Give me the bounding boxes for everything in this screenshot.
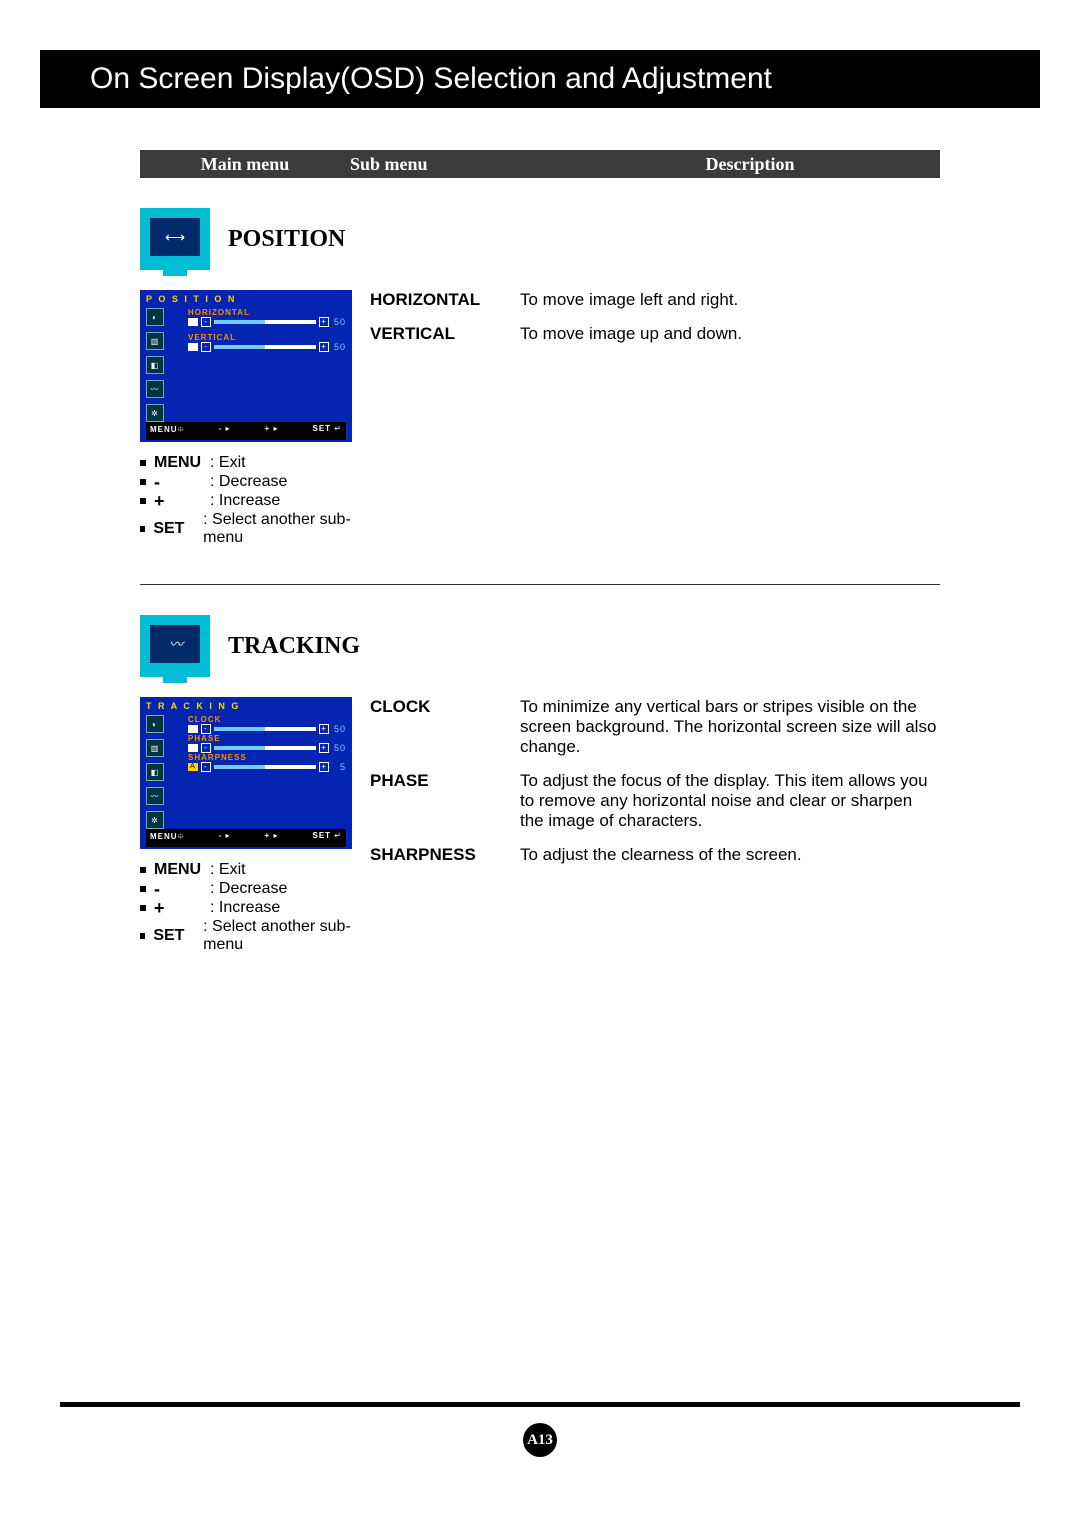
- description-table-position: HORIZONTAL To move image left and right.…: [370, 290, 940, 548]
- osd-side-icon: 〰: [146, 787, 164, 805]
- page-title: On Screen Display(OSD) Selection and Adj…: [90, 62, 772, 96]
- osd-side-icon: ◐: [146, 715, 164, 733]
- submenu-desc: To move image left and right.: [520, 290, 738, 310]
- description-table-tracking: CLOCK To minimize any vertical bars or s…: [370, 697, 940, 955]
- osd-side-icon: ◧: [146, 763, 164, 781]
- osd-side-icon: ◧: [146, 356, 164, 374]
- monitor-position-icon: ⟷: [140, 208, 210, 270]
- col-main: Main menu: [140, 154, 350, 175]
- submenu-desc: To minimize any vertical bars or stripes…: [520, 697, 940, 757]
- legend-position: MENU: Exit -: Decrease +: Increase SET: …: [140, 454, 370, 547]
- submenu-desc: To adjust the focus of the display. This…: [520, 771, 940, 831]
- separator: [140, 584, 940, 585]
- submenu-desc: To move image up and down.: [520, 324, 742, 344]
- monitor-tracking-icon: 〰: [140, 615, 210, 677]
- osd-side-icon: ◐: [146, 308, 164, 326]
- section-title: TRACKING: [228, 633, 360, 660]
- submenu-label: VERTICAL: [370, 324, 520, 344]
- col-sub: Sub menu: [350, 154, 560, 175]
- col-desc: Description: [560, 154, 940, 175]
- submenu-label: PHASE: [370, 771, 520, 831]
- osd-side-icon: 〰: [146, 380, 164, 398]
- page-header: On Screen Display(OSD) Selection and Adj…: [40, 50, 1040, 108]
- osd-screenshot-position: P O S I T I O N ◐ ▥ ◧ 〰 ✲ HORIZONTAL -+5…: [140, 290, 352, 442]
- osd-side-icon: ▥: [146, 332, 164, 350]
- osd-screenshot-tracking: T R A C K I N G ◐ ▥ ◧ 〰 ✲ CLOCK -+50 PHA…: [140, 697, 352, 849]
- submenu-label: HORIZONTAL: [370, 290, 520, 310]
- column-header-row: Main menu Sub menu Description: [140, 150, 940, 178]
- section-header-position: ⟷ POSITION: [140, 208, 940, 270]
- submenu-label: SHARPNESS: [370, 845, 520, 865]
- section-header-tracking: 〰 TRACKING: [140, 615, 940, 677]
- osd-side-icon: ▥: [146, 739, 164, 757]
- osd-side-icon: ✲: [146, 404, 164, 422]
- submenu-desc: To adjust the clearness of the screen.: [520, 845, 802, 865]
- osd-side-icon: ✲: [146, 811, 164, 829]
- section-title: POSITION: [228, 226, 345, 253]
- page-number: A13: [523, 1423, 557, 1457]
- legend-tracking: MENU: Exit -: Decrease +: Increase SET: …: [140, 861, 370, 954]
- footer-rule: [60, 1402, 1020, 1407]
- submenu-label: CLOCK: [370, 697, 520, 757]
